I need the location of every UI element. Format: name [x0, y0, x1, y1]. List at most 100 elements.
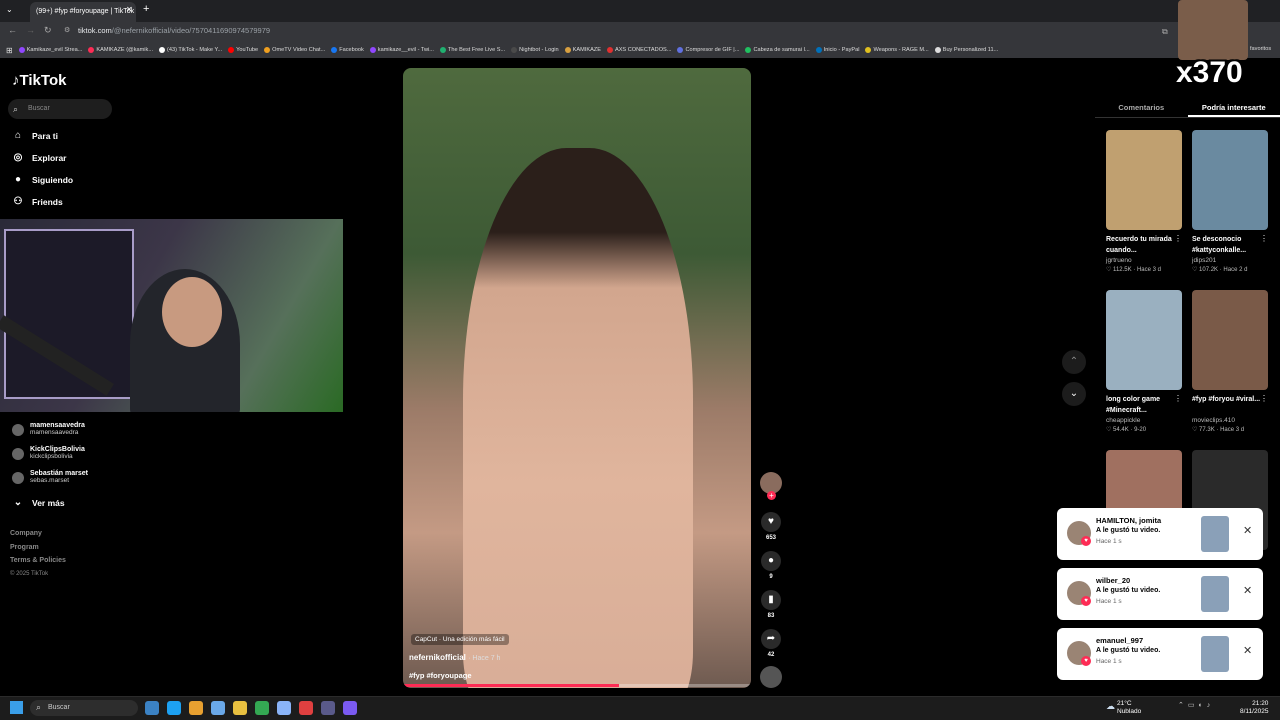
card-meta: ♡ 107.2K · Hace 2 d [1192, 266, 1268, 273]
site-info-icon[interactable]: ⚙ [64, 26, 70, 34]
sidebar-nav-para-ti[interactable]: ⌂ Para ti [12, 130, 58, 142]
logo-text: TikTok [19, 72, 67, 89]
tiktok-logo[interactable]: ♪TikTok [12, 72, 66, 89]
new-tab-plus-icon[interactable]: + [143, 3, 149, 15]
taskbar-app-icon[interactable] [321, 701, 335, 715]
like-notification[interactable]: ♥ HAMILTON, jomita A le gustó tu video. Hac… [1057, 508, 1263, 560]
system-clock[interactable]: 21:20 8/11/2025 [1240, 700, 1268, 716]
bookmark-favicon-icon [159, 47, 166, 53]
bookmark-item[interactable]: kamikaze__evil - Twi... [369, 47, 434, 53]
tab-title: (99+) #fyp #foryoupage | TikTok [36, 8, 135, 15]
video-player[interactable]: CapCut · Una edición más fácil neferniko… [403, 68, 751, 688]
followed-account[interactable]: mamensaavedra mamensaavedra [12, 422, 85, 436]
more-options-icon[interactable]: ⋮ [1174, 234, 1182, 243]
sidebar-nav-explorar[interactable]: ◎ Explorar [12, 152, 67, 164]
bookmark-item[interactable]: Nightbot - Login [511, 47, 559, 53]
bookmark-item[interactable]: OmeTV Video Chat... [264, 47, 325, 53]
like-notification[interactable]: ♥ emanuel_997 A le gustó tu video. Hace 1 s… [1057, 628, 1263, 680]
apps-grid-icon[interactable]: ⊞ [6, 46, 13, 55]
follow-plus-icon[interactable]: + [767, 491, 776, 500]
browser-tab[interactable]: (99+) #fyp #foryoupage | TikTok [30, 2, 136, 22]
recommended-video-card[interactable]: Se desconocio #kattyconkalle... jdips201 ♡… [1192, 130, 1268, 273]
forward-arrow-icon[interactable]: → [26, 25, 35, 35]
footer-link[interactable]: Terms & Policies [10, 557, 66, 564]
card-date: Hace 3 d [1220, 427, 1245, 433]
close-tab-icon[interactable]: ✕ [126, 5, 133, 14]
taskbar-app-icon[interactable] [211, 701, 225, 715]
bookmark-item[interactable]: (43) TikTok - Make Y... [159, 47, 222, 53]
account-name: Sebastián marset [30, 470, 88, 477]
footer-link[interactable]: Program [10, 544, 39, 551]
bookmark-item[interactable]: Compresor de GIF |... [677, 47, 739, 53]
video-author[interactable]: nefernikofficial · Hace 7 h [409, 653, 500, 662]
save-button[interactable]: ▮ 83 [760, 590, 782, 619]
streamer-webcam-overlay [0, 219, 343, 412]
more-options-icon[interactable]: ⋮ [1260, 234, 1268, 243]
video-hashtags[interactable]: #fyp #foryoupage [409, 671, 472, 680]
bookmark-item[interactable]: Cabeza de samurai I... [745, 47, 810, 53]
taskbar-app-icon[interactable] [299, 701, 313, 715]
capcut-badge[interactable]: CapCut · Una edición más fácil [411, 634, 509, 645]
footer-link[interactable]: Company [10, 530, 42, 537]
tab-menu-chevron-icon[interactable]: ⌄ [6, 5, 13, 14]
heart-icon: ♡ [1106, 267, 1114, 273]
like-notification[interactable]: ♥ wilber_20 A le gustó tu video. Hace 1 s ✕ [1057, 568, 1263, 620]
tab-comments[interactable]: Comentarios [1095, 96, 1188, 117]
bookmark-item[interactable]: Inicio - PayPal [815, 47, 859, 53]
url-field[interactable]: tiktok.com/@nefernikofficial/video/75704… [78, 26, 270, 35]
like-button[interactable]: ♥ 653 [760, 512, 782, 541]
previous-video-button[interactable]: ⌃ [1062, 350, 1086, 374]
bookmark-item[interactable]: KAMIKAZE [564, 47, 601, 53]
bookmark-label: Buy Personalized 11... [942, 47, 999, 53]
bookmark-item[interactable]: The Best Free Live S... [439, 47, 505, 53]
recommended-video-card[interactable]: Recuerdo tu mirada cuando... jgrtrueno ♡ 1… [1106, 130, 1182, 273]
comment-button[interactable]: ● 9 [760, 551, 782, 580]
bookmark-item[interactable]: AXS CONECTADOS... [606, 47, 671, 53]
bookmark-item[interactable]: Kamikaze_evil Strea... [18, 47, 82, 53]
bookmark-item[interactable]: Facebook [331, 47, 364, 53]
back-arrow-icon[interactable]: ← [8, 25, 17, 35]
next-video-button[interactable]: ⌄ [1062, 382, 1086, 406]
sidebar-nav-siguiendo[interactable]: ● Siguiendo [12, 174, 73, 186]
recommended-video-card[interactable]: #fyp #foryou #viral... movieclips.410 ♡ 77… [1192, 290, 1268, 433]
sound-disc-icon[interactable] [760, 666, 782, 688]
bookmark-item[interactable]: KAMIKAZE (@kamik... [88, 47, 153, 53]
taskbar-app-icon[interactable] [189, 701, 203, 715]
taskbar-search-input[interactable]: Buscar [30, 700, 138, 716]
bookmark-item[interactable]: YouTube [228, 47, 258, 53]
close-icon[interactable]: ✕ [1243, 644, 1252, 657]
see-more-button[interactable]: ⌄ Ver más [12, 497, 65, 509]
notification-user: HAMILTON, jomita [1096, 516, 1162, 525]
taskbar-app-icon[interactable] [233, 701, 247, 715]
share-button[interactable]: ➦ 42 [760, 629, 782, 658]
favorites-folder[interactable]: favoritos [1250, 46, 1271, 52]
reload-icon[interactable]: ↻ [44, 25, 52, 36]
taskbar-app-icon[interactable] [167, 701, 181, 715]
sidebar-nav-friends[interactable]: ⚇ Friends [12, 196, 63, 208]
taskbar-app-icon[interactable] [343, 701, 357, 715]
following-icon: ● [14, 174, 22, 185]
search-input[interactable]: Buscar [8, 99, 112, 119]
close-icon[interactable]: ✕ [1243, 584, 1252, 597]
recommended-video-card[interactable]: long color game #Minecraft... cheappickle… [1106, 290, 1182, 433]
followed-account[interactable]: KickClipsBolivia kickclipsbolivia [12, 446, 85, 460]
install-app-icon[interactable]: ⧉ [1162, 27, 1168, 37]
taskbar-app-icon[interactable] [277, 701, 291, 715]
more-options-icon[interactable]: ⋮ [1174, 394, 1182, 403]
notification-message: A le gustó tu video. [1096, 647, 1161, 654]
tab-recommended[interactable]: Podría interesarte [1187, 96, 1280, 117]
video-progress-bar[interactable] [403, 684, 751, 687]
weather-widget[interactable]: 21°C Nublado [1117, 700, 1141, 716]
close-icon[interactable]: ✕ [1243, 524, 1252, 537]
bookmark-item[interactable]: Buy Personalized 11... [934, 47, 999, 53]
card-meta: ♡ 54.4K · 9-20 [1106, 426, 1182, 433]
taskbar-app-icon[interactable] [145, 701, 159, 715]
windows-start-icon[interactable] [10, 701, 23, 714]
notification-time: Hace 1 s [1096, 658, 1122, 665]
more-options-icon[interactable]: ⋮ [1260, 394, 1268, 403]
bookmark-favicon-icon [606, 47, 613, 53]
taskbar-app-icon[interactable] [255, 701, 269, 715]
bookmark-item[interactable]: Weapons - RAGE M... [865, 47, 929, 53]
followed-account[interactable]: Sebastián marset sebas.marset [12, 470, 88, 484]
system-tray-icons[interactable]: ⌃▭◐♪ [1178, 701, 1214, 709]
